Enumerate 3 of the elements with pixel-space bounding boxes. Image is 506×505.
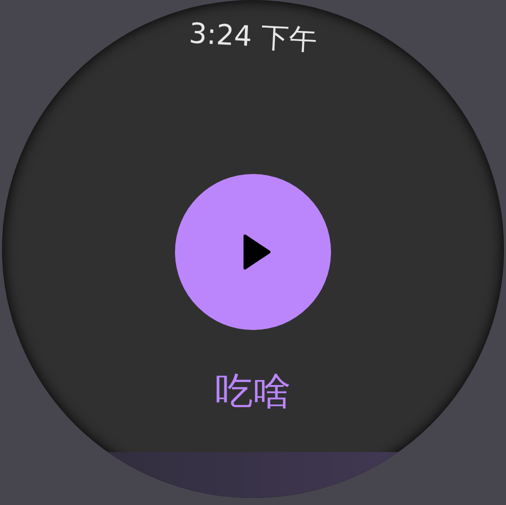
clock-time: 3:24 下午 xyxy=(188,16,318,58)
app-title: 吃啥 xyxy=(215,368,291,415)
play-icon xyxy=(243,234,271,270)
